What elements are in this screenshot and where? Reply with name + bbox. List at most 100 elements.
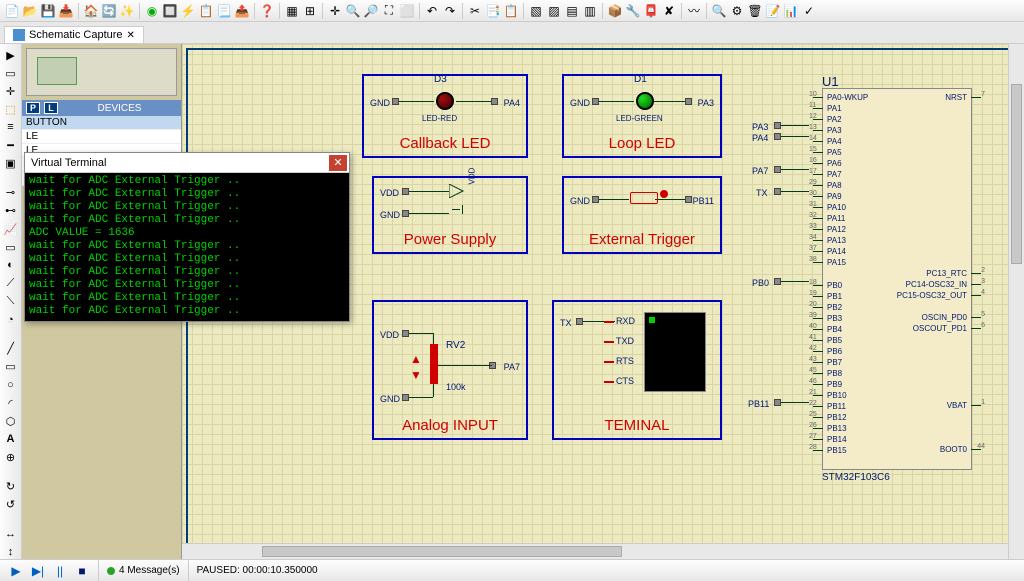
paused-label: PAUSED: 00:00:10.350000 [197, 565, 318, 576]
part-icon[interactable]: ◉ [144, 3, 160, 19]
block-loop-led[interactable]: D1 GND PA3 LED-GREEN Loop LED [562, 74, 722, 158]
horizontal-scrollbar[interactable] [182, 543, 1008, 559]
lib-button[interactable]: L [44, 102, 58, 114]
save-icon[interactable]: 💾 [40, 3, 56, 19]
pick-icon[interactable]: 📦 [607, 3, 623, 19]
snap-icon[interactable]: ⊞ [302, 3, 318, 19]
open-icon[interactable]: 📂 [22, 3, 38, 19]
pin-pa3: PA3 [698, 98, 714, 108]
virtual-terminal-window[interactable]: Virtual Terminal ✕ wait for ADC External… [24, 152, 350, 322]
import-icon[interactable]: 📥 [58, 3, 74, 19]
target-icon[interactable]: ✛ [327, 3, 343, 19]
undo-icon[interactable]: ↶ [424, 3, 440, 19]
make-icon[interactable]: 🔧 [625, 3, 641, 19]
block-power-supply[interactable]: VDD GND VDD Power Supply [372, 176, 528, 254]
arc-icon[interactable]: ◜ [3, 396, 19, 410]
messages-status[interactable]: 4 Message(s) [98, 560, 188, 581]
ref-rv2: RV2 [446, 340, 465, 351]
pointer-icon[interactable]: ▶ [3, 48, 19, 62]
pause-icon[interactable]: || [52, 563, 68, 579]
generate-icon[interactable]: ✨ [119, 3, 135, 19]
prop-icon[interactable]: ⚙ [729, 3, 745, 19]
cut-icon[interactable]: ✂ [467, 3, 483, 19]
tape-icon[interactable]: ▭ [3, 240, 19, 254]
graph-icon[interactable]: 📈 [3, 222, 19, 236]
button-icon[interactable] [630, 192, 658, 204]
copy-icon[interactable]: 📑 [485, 3, 501, 19]
line-icon[interactable]: ╱ [3, 342, 19, 356]
erc-icon[interactable]: ✓ [801, 3, 817, 19]
step-icon[interactable]: ▶| [30, 563, 46, 579]
generator-icon[interactable]: ◐ [3, 258, 19, 272]
pin-icon[interactable]: ⊷ [3, 204, 19, 218]
prop2-icon[interactable]: 📝 [765, 3, 781, 19]
package-icon[interactable]: 📮 [643, 3, 659, 19]
play-icon[interactable]: ▶ [8, 563, 24, 579]
bolt-icon[interactable]: ⚡ [180, 3, 196, 19]
label-icon[interactable]: ⬚ [3, 102, 19, 116]
mcu-component[interactable]: 10PA0-WKUP11PA112PA213PA314PA415PA516PA6… [822, 88, 972, 470]
chip-icon[interactable]: 🔲 [162, 3, 178, 19]
fliph-icon[interactable]: ↔ [3, 527, 19, 541]
minimap[interactable] [26, 48, 177, 96]
block4-icon[interactable]: ▥ [582, 3, 598, 19]
del-icon[interactable]: 🗑 [747, 3, 763, 19]
subckt-icon[interactable]: ▣ [3, 157, 19, 171]
pot-down-icon[interactable]: ▼ [410, 368, 422, 382]
minimap-viewport[interactable] [37, 57, 77, 85]
rotcw-icon[interactable]: ↻ [3, 480, 19, 494]
tab-schematic[interactable]: Schematic Capture ✕ [4, 26, 144, 43]
rotccw-icon[interactable]: ↺ [3, 498, 19, 512]
home-icon[interactable]: 🏠 [83, 3, 99, 19]
potentiometer-icon[interactable] [430, 344, 438, 384]
poly-icon[interactable]: ⬡ [3, 414, 19, 428]
circle-icon[interactable]: ○ [3, 378, 19, 392]
pick-button[interactable]: P [26, 102, 40, 114]
close-icon[interactable]: ✕ [127, 30, 135, 41]
probe-i-icon[interactable]: ⟍ [3, 294, 19, 308]
block-icon[interactable]: ▧ [528, 3, 544, 19]
block-title: Callback LED [364, 135, 526, 152]
list-icon[interactable]: 📃 [216, 3, 232, 19]
zoomin-icon[interactable]: 🔍 [345, 3, 361, 19]
vertical-scrollbar[interactable] [1008, 44, 1024, 559]
flipv-icon[interactable]: ↕ [3, 545, 19, 559]
block-terminal[interactable]: TX RXD TXD RTS CTS TEMINAL [552, 300, 722, 440]
refresh-icon[interactable]: 🔄 [101, 3, 117, 19]
block-analog-input[interactable]: VDD GND PA7 ▲ ▼ RV2 100k Analog INPUT [372, 300, 528, 440]
junction-icon[interactable]: ✛ [3, 84, 19, 98]
instrument-icon[interactable]: ◔ [3, 313, 19, 327]
export-icon[interactable]: 📤 [234, 3, 250, 19]
text-icon[interactable]: ≡ [3, 120, 19, 134]
pot-up-icon[interactable]: ▲ [410, 352, 422, 366]
paste-icon[interactable]: 📋 [503, 3, 519, 19]
block-callback-led[interactable]: D3 GND PA4 LED-RED Callback LED [362, 74, 528, 158]
probe-v-icon[interactable]: ⟋ [3, 276, 19, 290]
bus-icon[interactable]: ━ [3, 139, 19, 153]
wire-icon[interactable]: 〰 [686, 3, 702, 19]
decompose-icon[interactable]: ✘ [661, 3, 677, 19]
redo-icon[interactable]: ↷ [442, 3, 458, 19]
find-icon[interactable]: 🔍 [711, 3, 727, 19]
doc-icon[interactable]: 📋 [198, 3, 214, 19]
help-icon[interactable]: ❓ [259, 3, 275, 19]
terminal-icon[interactable]: ⊸ [3, 186, 19, 200]
block2-icon[interactable]: ▨ [546, 3, 562, 19]
symbol-icon[interactable]: ⊕ [3, 450, 19, 464]
block-external-trigger[interactable]: GND PB11 External Trigger [562, 176, 722, 254]
new-icon[interactable]: 📄 [4, 3, 20, 19]
zoomarea-icon[interactable]: ⬜ [399, 3, 415, 19]
device-item[interactable]: BUTTON [22, 116, 181, 130]
bom-icon[interactable]: 📊 [783, 3, 799, 19]
component-icon[interactable]: ▭ [3, 66, 19, 80]
block3-icon[interactable]: ▤ [564, 3, 580, 19]
vterm-titlebar[interactable]: Virtual Terminal ✕ [25, 153, 349, 173]
grid-icon[interactable]: ▦ [284, 3, 300, 19]
close-icon[interactable]: ✕ [329, 155, 347, 171]
zoomfit-icon[interactable]: ⛶ [381, 3, 397, 19]
zoomout-icon[interactable]: 🔎 [363, 3, 379, 19]
text2-icon[interactable]: A [3, 432, 19, 446]
stop-icon[interactable]: ■ [74, 563, 90, 579]
rect-icon[interactable]: ▭ [3, 360, 19, 374]
device-item[interactable]: LE [22, 130, 181, 144]
